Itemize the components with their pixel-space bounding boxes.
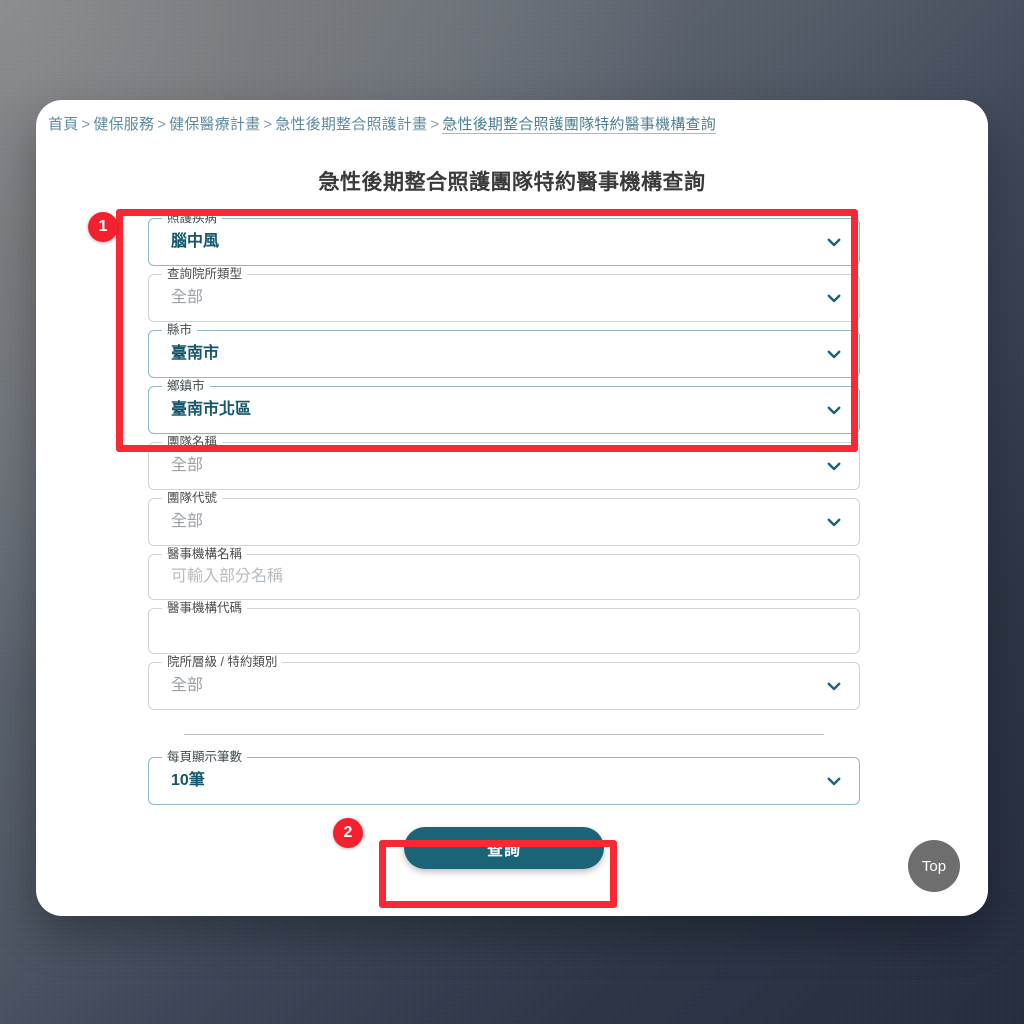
chevron-down-icon[interactable] [825,677,843,695]
value-team-name: 全部 [171,457,204,474]
content-card: 首頁 > 健保服務 > 健保醫療計畫 > 急性後期整合照護計畫 > 急性後期整合照護團隊特約醫事… [36,100,988,916]
field-institution-name[interactable]: 醫事機構名稱 可輸入部分名稱 [148,547,860,600]
label-institution-name: 醫事機構名稱 [162,547,248,561]
label-facility-type: 查詢院所類型 [162,267,248,281]
value-page-size: 10筆 [171,772,205,789]
chevron-down-icon[interactable] [825,772,843,790]
chevron-down-icon[interactable] [825,345,843,363]
label-institution-level: 院所層級 / 特約類別 [162,655,283,669]
label-township: 鄉鎮市 [162,379,210,393]
label-page-size: 每頁顯示筆數 [162,750,248,764]
search-button[interactable]: 查詢 [404,827,604,869]
breadcrumb: 首頁 > 健保服務 > 健保醫療計畫 > 急性後期整合照護計畫 > 急性後期整合照護團隊特約醫事… [48,114,716,136]
field-team-code[interactable]: 團隊代號 全部 [148,491,860,546]
field-institution-code[interactable]: 醫事機構代碼 [148,601,860,654]
value-team-code: 全部 [171,513,204,530]
step-badge-2: 2 [333,818,363,848]
field-county[interactable]: 縣市 臺南市 [148,323,860,378]
breadcrumb-separator: > [81,116,91,133]
value-institution-level: 全部 [171,677,204,694]
section-divider [184,734,824,735]
chevron-down-icon[interactable] [825,513,843,531]
value-care-disease: 腦中風 [171,233,220,250]
chevron-down-icon[interactable] [825,457,843,475]
breadcrumb-item-medical-plan[interactable]: 健保醫療計畫 [169,116,260,133]
label-team-name: 團隊名稱 [162,435,223,449]
breadcrumb-separator: > [263,116,273,133]
value-county: 臺南市 [171,345,220,362]
value-institution-name[interactable]: 可輸入部分名稱 [149,567,283,587]
breadcrumb-item-health-service[interactable]: 健保服務 [93,116,154,133]
chevron-down-icon[interactable] [825,289,843,307]
breadcrumb-separator: > [157,116,167,133]
chevron-down-icon[interactable] [825,401,843,419]
step-badge-1: 1 [88,212,118,242]
field-institution-level[interactable]: 院所層級 / 特約類別 全部 [148,655,860,710]
back-to-top-button[interactable]: Top [908,840,960,892]
query-form: 照護疾病 腦中風 查詢院所類型 全部 縣市 臺南市 鄉鎮市 臺南市北區 團隊名稱… [148,211,860,869]
value-facility-type: 全部 [171,289,204,306]
chevron-down-icon[interactable] [825,233,843,251]
label-county: 縣市 [162,323,198,337]
breadcrumb-item-pac-plan[interactable]: 急性後期整合照護計畫 [275,116,427,133]
field-care-disease[interactable]: 照護疾病 腦中風 [148,211,860,266]
breadcrumb-separator: > [430,116,440,133]
label-care-disease: 照護疾病 [162,211,223,225]
breadcrumb-item-home[interactable]: 首頁 [48,116,78,133]
field-team-name[interactable]: 團隊名稱 全部 [148,435,860,490]
field-page-size[interactable]: 每頁顯示筆數 10筆 [148,750,860,805]
field-facility-type[interactable]: 查詢院所類型 全部 [148,267,860,322]
label-institution-code: 醫事機構代碼 [162,601,248,615]
breadcrumb-item-current: 急性後期整合照護團隊特約醫事機構查詢 [442,116,716,134]
submit-row: 查詢 [148,827,860,869]
label-team-code: 團隊代號 [162,491,223,505]
field-township[interactable]: 鄉鎮市 臺南市北區 [148,379,860,434]
value-township: 臺南市北區 [171,401,252,418]
page-title: 急性後期整合照護團隊特約醫事機構查詢 [318,171,706,194]
